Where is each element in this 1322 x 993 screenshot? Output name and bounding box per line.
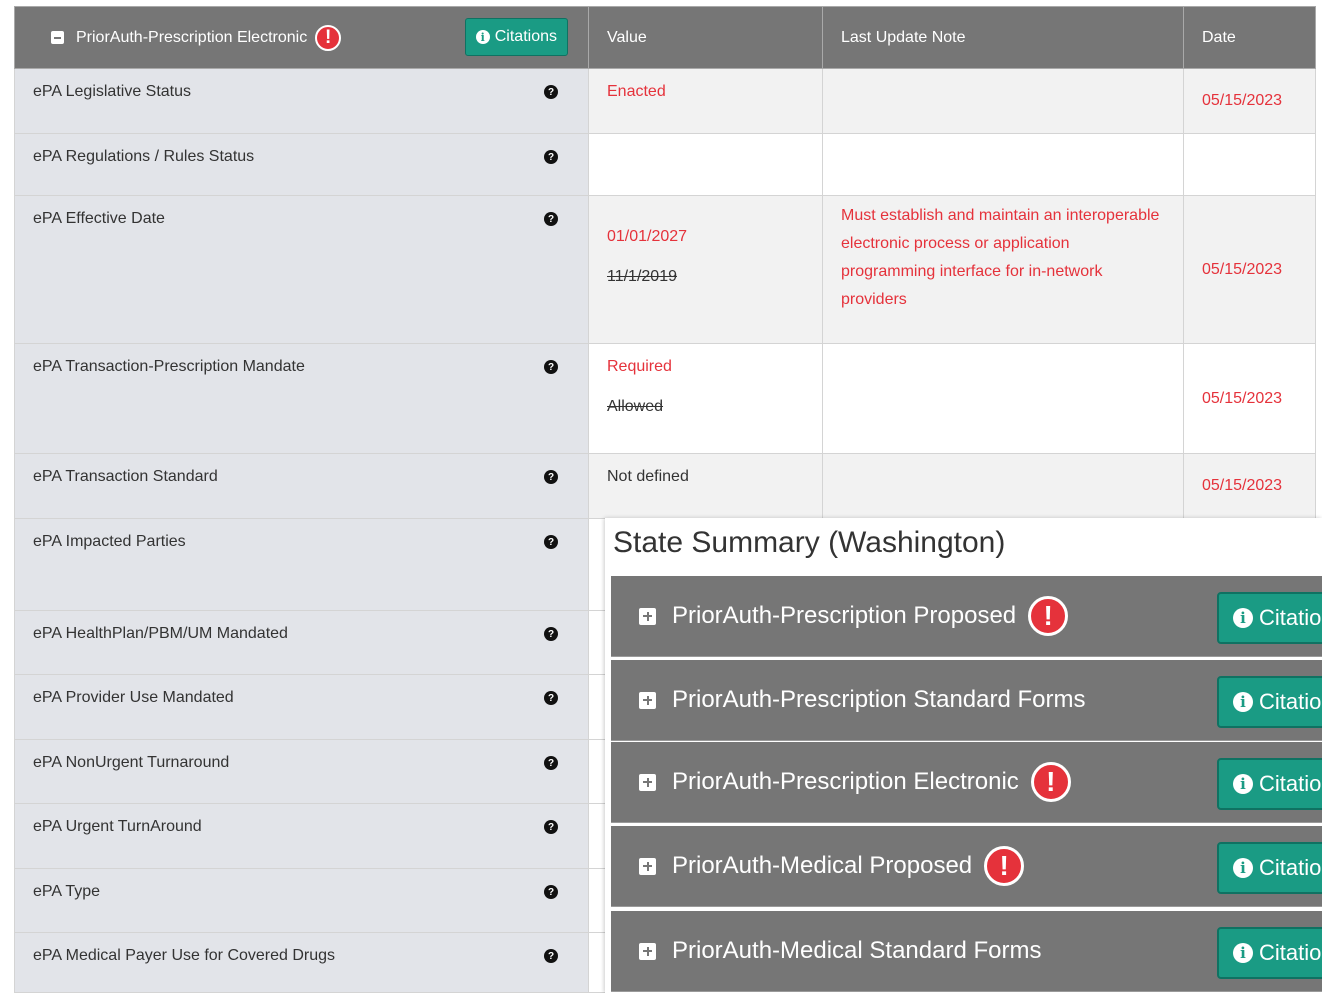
row-note [822, 68, 1184, 134]
alert-icon: ! [315, 24, 342, 51]
info-icon: i [1233, 943, 1253, 963]
row-label: ePA Impacted Parties [33, 533, 186, 550]
row-value: Required [607, 358, 672, 375]
column-header-date: Date [1183, 6, 1316, 69]
row-note [822, 453, 1184, 519]
collapse-icon[interactable] [51, 31, 64, 44]
info-icon: i [475, 30, 490, 44]
row-value-cell: Required Allowed [588, 343, 823, 454]
row-label: ePA Urgent TurnAround [33, 818, 202, 835]
citations-button[interactable]: i Citations [464, 18, 568, 56]
column-header-note: Last Update Note [822, 6, 1184, 69]
info-icon: i [1233, 692, 1253, 712]
row-old-value: Allowed [607, 398, 664, 415]
row-value: Not defined [588, 453, 823, 519]
alert-icon: ! [1030, 762, 1071, 802]
row-note [822, 343, 1184, 454]
summary-item[interactable]: PriorAuth-Prescription Electronic ! i Cit… [611, 742, 1322, 823]
row-note [822, 133, 1184, 196]
help-icon[interactable]: ? [544, 756, 558, 770]
row-label: ePA Medical Payer Use for Covered Drugs [33, 947, 336, 964]
state-summary-panel: State Summary (Washington) PriorAuth-Pre… [605, 518, 1322, 993]
table-row: ePA Regulations / Rules Status? [14, 133, 1316, 196]
row-value: Enacted [588, 68, 823, 134]
summary-item-label: PriorAuth-Medical Standard Forms [672, 937, 1042, 964]
summary-item-label: PriorAuth-Prescription Electronic [672, 768, 1019, 795]
citations-button[interactable]: iCitations [1217, 592, 1322, 644]
help-icon[interactable]: ? [544, 820, 558, 834]
summary-item-label: PriorAuth-Prescription Proposed [672, 602, 1017, 629]
help-icon[interactable]: ? [544, 535, 558, 549]
help-icon[interactable]: ? [544, 885, 558, 899]
help-icon[interactable]: ? [544, 470, 558, 484]
row-label: ePA Transaction-Prescription Mandate [33, 358, 305, 375]
summary-item[interactable]: PriorAuth-Prescription Standard Forms iC… [611, 660, 1322, 741]
help-icon[interactable]: ? [544, 212, 558, 226]
expand-icon[interactable] [639, 773, 656, 791]
row-label: ePA Regulations / Rules Status [33, 148, 255, 165]
table-row: ePA Transaction-Prescription Mandate? Re… [14, 343, 1316, 454]
citations-button[interactable]: iCitations [1217, 758, 1322, 810]
row-label: ePA Provider Use Mandated [33, 689, 234, 706]
row-date [1183, 133, 1316, 196]
row-note: Must establish and maintain an interoper… [822, 195, 1184, 344]
alert-icon: ! [984, 846, 1025, 886]
expand-icon[interactable] [639, 691, 656, 709]
help-icon[interactable]: ? [544, 691, 558, 705]
row-label: ePA Type [33, 883, 101, 900]
info-icon: i [1233, 774, 1253, 794]
expand-icon[interactable] [639, 607, 656, 625]
alert-icon: ! [1028, 596, 1069, 636]
help-icon[interactable]: ? [544, 949, 558, 963]
row-label: ePA Transaction Standard [33, 468, 218, 485]
citations-button[interactable]: iCitations [1217, 927, 1322, 979]
summary-item[interactable]: PriorAuth-Medical Standard Forms i Citati… [611, 911, 1322, 992]
expand-icon[interactable] [639, 857, 656, 875]
row-value: 01/01/2027 [607, 228, 688, 245]
row-value [588, 133, 823, 196]
help-icon[interactable]: ? [544, 150, 558, 164]
info-icon: i [1233, 608, 1253, 628]
row-date: 05/15/2023 [1183, 195, 1316, 344]
help-icon[interactable]: ? [544, 627, 558, 641]
help-icon[interactable]: ? [544, 85, 558, 99]
citations-button[interactable]: iCitations [1217, 676, 1322, 728]
info-icon: i [1233, 858, 1253, 878]
row-label: ePA Legislative Status [33, 83, 192, 100]
row-label: ePA NonUrgent Turnaround [33, 754, 230, 771]
help-icon[interactable]: ? [544, 360, 558, 374]
row-date: 05/15/2023 [1183, 453, 1316, 519]
citations-button[interactable]: iCitations [1217, 842, 1322, 894]
expand-icon[interactable] [639, 942, 656, 960]
row-label: ePA HealthPlan/PBM/UM Mandated [33, 625, 288, 642]
row-old-value: 11/1/2019 [607, 268, 677, 285]
section-title: PriorAuth-Prescription Electronic [76, 28, 308, 46]
table-row: ePA Legislative Status? Enacted 05/15/20… [14, 68, 1316, 134]
summary-item-label: PriorAuth-Medical Proposed [672, 852, 973, 879]
table-row: ePA Effective Date? 01/01/2027 11/1/2019… [14, 195, 1316, 344]
row-value-cell: 01/01/2027 11/1/2019 [588, 195, 823, 344]
row-date: 05/15/2023 [1183, 68, 1316, 134]
row-label: ePA Effective Date [33, 210, 165, 227]
summary-item[interactable]: PriorAuth-Medical Proposed ! iCitations [611, 826, 1322, 907]
state-summary-title: State Summary (Washington) [613, 526, 1006, 559]
column-header-value: Value [588, 6, 823, 69]
section-header: PriorAuth-Prescription Electronic ! i Ci… [14, 6, 589, 69]
row-date: 05/15/2023 [1183, 343, 1316, 454]
summary-item-label: PriorAuth-Prescription Standard Forms [672, 686, 1086, 713]
table-row: ePA Transaction Standard? Not defined 05… [14, 453, 1316, 519]
summary-item[interactable]: PriorAuth-Prescription Proposed ! i Citat… [611, 576, 1322, 657]
